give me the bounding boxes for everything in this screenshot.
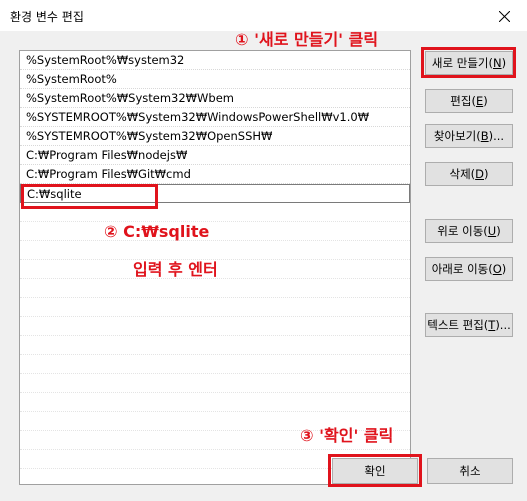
empty-row	[20, 279, 410, 298]
annotation-step2-line1: ② C:₩sqlite	[104, 222, 210, 241]
cancel-button[interactable]: 취소	[427, 458, 513, 484]
close-button[interactable]	[481, 0, 527, 32]
ok-button[interactable]: 확인	[332, 458, 418, 484]
list-item[interactable]: %SystemRoot%	[20, 70, 410, 89]
empty-row	[20, 393, 410, 412]
delete-button[interactable]: 삭제(D)	[425, 162, 513, 186]
empty-row	[20, 222, 410, 241]
empty-row	[20, 355, 410, 374]
list-item[interactable]: C:₩Program Files₩nodejs₩	[20, 146, 410, 165]
edit-text-button[interactable]: 텍스트 편집(T)...	[425, 313, 513, 337]
edit-button[interactable]: 편집(E)	[425, 89, 513, 113]
annotation-step3: ③ '확인' 클릭	[300, 426, 394, 445]
new-button[interactable]: 새로 만들기(N)	[425, 51, 513, 75]
list-item[interactable]: %SystemRoot%₩System32₩Wbem	[20, 89, 410, 108]
empty-row	[20, 374, 410, 393]
window-title: 환경 변수 편집	[10, 10, 84, 24]
annotation-step2-line2: 입력 후 엔터	[133, 260, 218, 279]
list-item[interactable]: %SYSTEMROOT%₩System32₩WindowsPowerShell₩…	[20, 108, 410, 127]
empty-row	[20, 317, 410, 336]
list-item[interactable]: %SystemRoot%₩system32	[20, 51, 410, 70]
empty-row	[20, 298, 410, 317]
list-item[interactable]: C:₩Program Files₩Git₩cmd	[20, 165, 410, 184]
browse-button[interactable]: 찾아보기(B)...	[425, 124, 513, 148]
list-item[interactable]: %SYSTEMROOT%₩System32₩OpenSSH₩	[20, 127, 410, 146]
annotation-step1: ① '새로 만들기' 클릭	[235, 30, 379, 49]
move-down-button[interactable]: 아래로 이동(O)	[425, 257, 513, 281]
move-up-button[interactable]: 위로 이동(U)	[425, 219, 513, 243]
empty-row	[20, 336, 410, 355]
close-icon	[498, 10, 510, 22]
list-item-editing[interactable]: C:₩sqlite	[20, 184, 410, 203]
empty-row	[20, 203, 410, 222]
